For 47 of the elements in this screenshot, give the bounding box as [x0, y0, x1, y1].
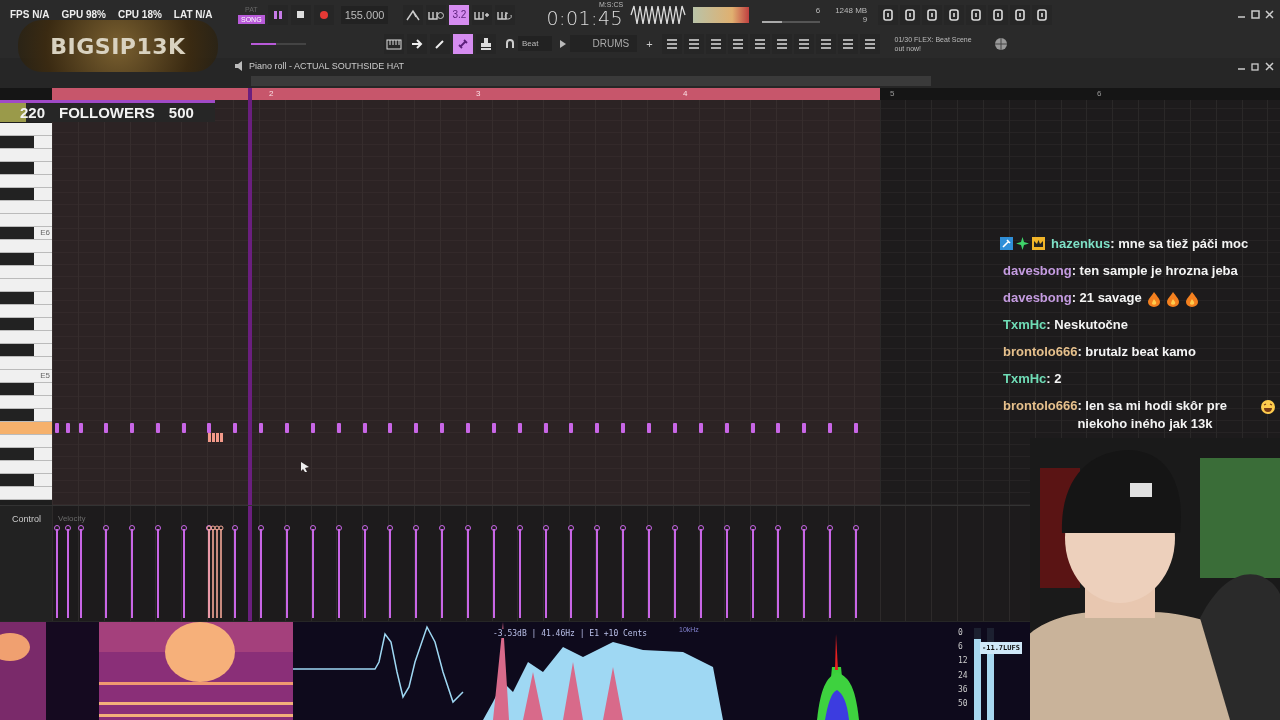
snap-value-button[interactable]: 3.2 [449, 4, 470, 25]
chat-username[interactable]: hazenkus [1051, 235, 1111, 253]
chat-message: : ten sample je hrozna jeba [1071, 262, 1238, 280]
snap-dropdown[interactable]: Beat [518, 36, 553, 51]
chat-message: : brutalz beat kamo [1077, 343, 1196, 361]
timeline-bar[interactable]: 4 [673, 88, 880, 100]
song-time: 0:01:45 [546, 8, 624, 28]
window-title: Piano roll - ACTUAL SOUTHSIDE HAT [249, 61, 405, 71]
performance-stat: CPU 18% [117, 9, 162, 20]
performance-stat: GPU 98% [61, 9, 106, 20]
chat-message: : mne sa tiež páči moc [1110, 235, 1249, 253]
voice-count: 6 [815, 6, 821, 15]
add-button[interactable]: + [640, 37, 659, 50]
memory-usage: 1248 MB [835, 5, 868, 15]
chat-message: : Neskutočne [1046, 316, 1128, 334]
meter-scale-label: 6 [958, 642, 964, 652]
timeline-bar[interactable]: 5 [880, 88, 1087, 100]
chat-username[interactable]: brontolo666 [1003, 397, 1078, 415]
chat-message: : 2 [1046, 370, 1062, 388]
timeline-bar[interactable]: 6 [1087, 88, 1280, 100]
cpu-core-count: 9 [862, 14, 868, 24]
performance-stat: FPS N/A [10, 9, 50, 20]
chat-username[interactable]: davesbong [1003, 262, 1072, 280]
performance-stat: LAT N/A [173, 9, 213, 20]
timeline-ruler[interactable]: 2 3 4 5 6 [0, 88, 1280, 100]
follower-goal: 500 [168, 104, 194, 121]
piano-key[interactable]: E6 [0, 227, 52, 240]
channel-selector[interactable]: DRUMS [570, 35, 638, 52]
meter-scale-label: 50 [958, 698, 968, 708]
tempo-display[interactable]: 155.000 [340, 5, 389, 24]
chat-username[interactable]: brontolo666 [1003, 343, 1078, 361]
spectrum-readout: -3.53dB | 41.46Hz | E1 +10 Cents [493, 629, 648, 638]
control-label[interactable]: Control [12, 514, 41, 524]
meter-scale-label: 12 [958, 656, 968, 666]
timeline-bar[interactable]: 3 [466, 88, 673, 100]
follower-label: FOLLOWERS [59, 104, 155, 121]
chat-message: : len sa mi hodi skôr pre niekoho iného jak 13k [1077, 397, 1228, 433]
timeline-bar[interactable]: 2 [259, 88, 466, 100]
meter-scale-label: 0 [958, 628, 964, 637]
chat-username[interactable]: TxmHc [1003, 370, 1047, 388]
chat-message: : 21 savage [1071, 289, 1142, 307]
chat-username[interactable]: davesbong [1003, 289, 1072, 307]
meter-scale-label: 36 [958, 684, 968, 694]
meter-scale-label: 24 [958, 670, 968, 680]
piano-key[interactable]: E5 [0, 370, 52, 383]
channel-logo: BIGSIP13K [50, 33, 186, 59]
chat-username[interactable]: TxmHc [1003, 316, 1047, 334]
